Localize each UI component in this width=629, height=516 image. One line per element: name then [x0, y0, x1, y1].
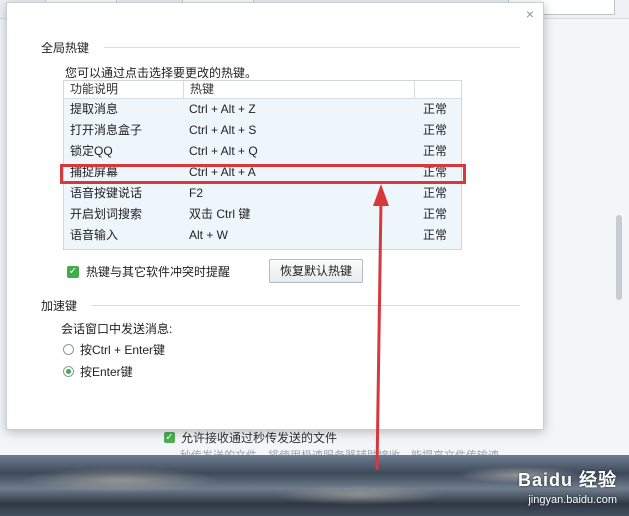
- hotkey-combo[interactable]: Ctrl + Alt + S: [183, 120, 413, 141]
- hotkey-function: 开启划词搜索: [70, 207, 143, 221]
- hotkey-combo[interactable]: Ctrl + Alt + Q: [183, 141, 413, 162]
- send-ctrl-enter-option[interactable]: 按Ctrl + Enter键: [63, 341, 165, 358]
- restore-default-hotkeys-button[interactable]: 恢复默认热键: [269, 259, 363, 283]
- hotkey-row[interactable]: 打开消息盒子 Ctrl + Alt + S 正常: [64, 120, 461, 141]
- hotkey-status: 正常: [422, 123, 447, 137]
- hotkey-table-header: 功能说明 热键: [64, 81, 461, 99]
- background-scrollbar: [616, 215, 622, 300]
- hotkey-hint: 您可以通过点击选择要更改的热键。: [65, 66, 258, 80]
- hotkey-status: 正常: [422, 165, 447, 179]
- global-hotkeys-title: 全局热键: [41, 41, 90, 55]
- hotkey-row[interactable]: 锁定QQ Ctrl + Alt + Q 正常: [64, 141, 461, 162]
- hotkey-row[interactable]: 语音按键说话 F2 正常: [64, 183, 461, 204]
- send-enter-label: 按Enter键: [80, 365, 133, 379]
- background-secure-transfer-option: ✓ 允许接收通过秒传发送的文件: [164, 429, 424, 445]
- radio-checked-icon[interactable]: [63, 366, 74, 377]
- radio-unchecked-icon[interactable]: [63, 344, 74, 355]
- hotkey-combo[interactable]: Alt + W: [183, 225, 413, 246]
- hotkey-combo[interactable]: Ctrl + Alt + A: [183, 162, 413, 183]
- hotkey-function: 提取消息: [70, 102, 119, 116]
- hotkey-function: 语音按键说话: [70, 186, 143, 200]
- hotkey-status: 正常: [422, 144, 447, 158]
- hotkey-combo[interactable]: Ctrl + Alt + Z: [183, 99, 413, 120]
- close-icon[interactable]: ×: [523, 7, 537, 21]
- column-header-hotkey: 热键: [184, 81, 415, 98]
- checkmark-icon[interactable]: ✓: [67, 265, 79, 278]
- hotkey-table: 功能说明 热键 提取消息 Ctrl + Alt + Z 正常 打开消息盒子 Ct…: [63, 80, 462, 250]
- hotkey-row[interactable]: 语音输入 Alt + W 正常: [64, 225, 461, 246]
- send-ctrl-enter-label: 按Ctrl + Enter键: [80, 343, 166, 357]
- hotkey-row-screenshot[interactable]: 捕捉屏幕 Ctrl + Alt + A 正常: [64, 162, 461, 183]
- section-divider: [91, 305, 520, 306]
- hotkey-combo[interactable]: F2: [183, 183, 413, 204]
- hotkey-settings-dialog: × 全局热键 您可以通过点击选择要更改的热键。 功能说明 热键 提取消息 Ctr…: [6, 2, 544, 430]
- background-checkbox-label: 允许接收通过秒传发送的文件: [181, 430, 338, 445]
- hotkey-combo[interactable]: 双击 Ctrl 键: [183, 204, 413, 225]
- column-header-status: [415, 81, 461, 98]
- hotkey-function: 锁定QQ: [70, 144, 113, 158]
- hotkey-row[interactable]: 提取消息 Ctrl + Alt + Z 正常: [64, 99, 461, 120]
- hotkey-row[interactable]: 开启划词搜索 双击 Ctrl 键 正常: [64, 204, 461, 225]
- accelerator-title: 加速键: [41, 299, 78, 313]
- hotkey-status: 正常: [422, 102, 447, 116]
- send-message-label: 会话窗口中发送消息:: [61, 322, 173, 336]
- hotkey-function: 捕捉屏幕: [70, 165, 119, 179]
- watermark-url: jingyan.baidu.com: [528, 494, 617, 506]
- hotkey-status: 正常: [422, 207, 447, 221]
- column-header-function: 功能说明: [64, 81, 184, 98]
- section-divider: [104, 47, 520, 48]
- hotkey-status: 正常: [422, 228, 447, 242]
- watermark-logo: Baidu 经验: [517, 470, 617, 490]
- watermark: Baidu 经验 jingyan.baidu.com: [518, 466, 617, 506]
- conflict-reminder-option[interactable]: ✓ 热键与其它软件冲突时提醒: [67, 263, 230, 280]
- checkmark-icon: ✓: [164, 431, 175, 443]
- hotkey-function: 打开消息盒子: [70, 123, 143, 137]
- send-enter-option[interactable]: 按Enter键: [63, 363, 133, 380]
- hotkey-function: 语音输入: [70, 228, 119, 242]
- conflict-reminder-label: 热键与其它软件冲突时提醒: [86, 265, 231, 279]
- hotkey-status: 正常: [422, 186, 447, 200]
